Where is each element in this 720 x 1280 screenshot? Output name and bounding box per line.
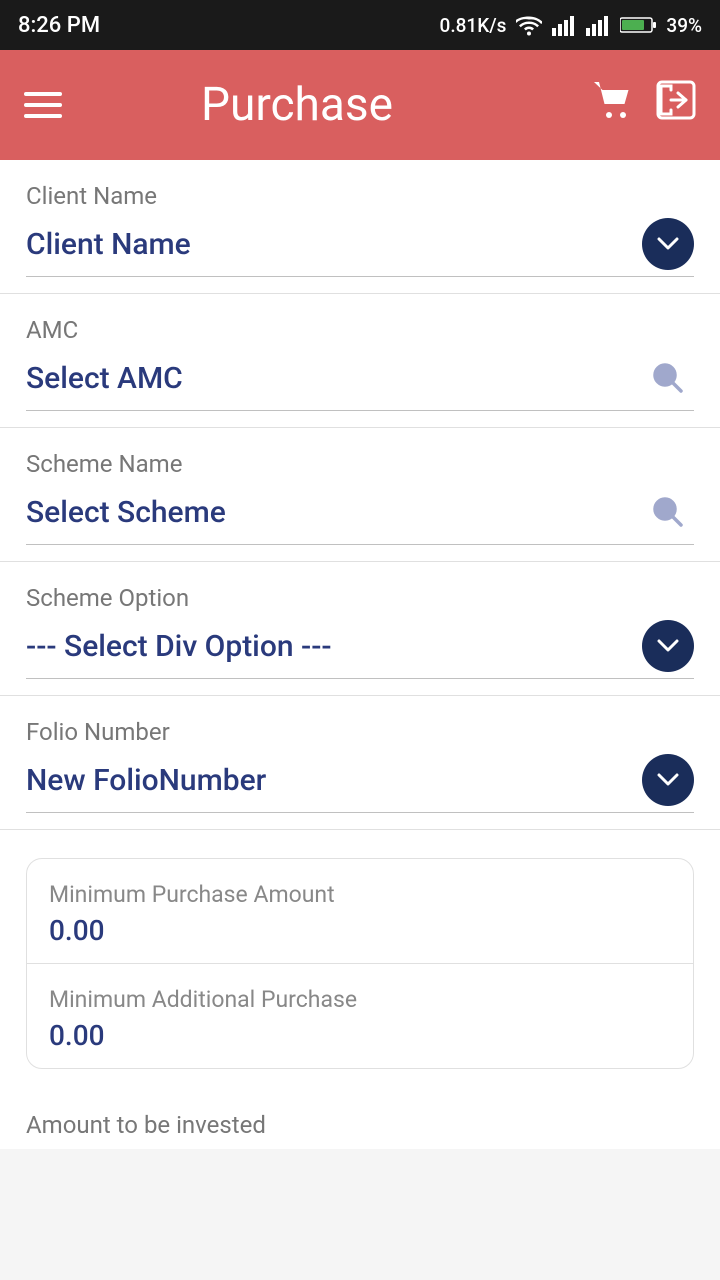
wifi-icon	[516, 14, 542, 36]
client-name-value: Client Name	[26, 227, 191, 262]
amc-label: AMC	[26, 316, 694, 344]
status-time: 8:26 PM	[18, 13, 100, 38]
form-content: Client Name Client Name AMC Select AMC S…	[0, 160, 720, 1149]
status-indicators: 0.81K/s 39%	[440, 14, 702, 37]
min-additional-value: 0.00	[49, 1019, 671, 1052]
amc-value: Select AMC	[26, 361, 183, 396]
client-name-section: Client Name Client Name	[0, 160, 720, 294]
min-purchase-row: Minimum Purchase Amount 0.00	[27, 859, 693, 963]
min-purchase-value: 0.00	[49, 914, 671, 947]
folio-number-label: Folio Number	[26, 718, 694, 746]
amc-field[interactable]: Select AMC	[26, 352, 694, 411]
scheme-name-field[interactable]: Select Scheme	[26, 486, 694, 545]
scheme-search-button[interactable]	[642, 486, 694, 538]
amc-section: AMC Select AMC	[0, 294, 720, 428]
min-additional-label: Minimum Additional Purchase	[49, 986, 671, 1013]
page-title: Purchase	[2, 78, 592, 132]
logout-button[interactable]	[656, 80, 696, 130]
client-name-label: Client Name	[26, 182, 694, 210]
folio-number-dropdown[interactable]	[642, 754, 694, 806]
network-speed: 0.81K/s	[440, 14, 507, 37]
signal-icon-2	[586, 14, 610, 36]
folio-number-section: Folio Number New FolioNumber	[0, 696, 720, 830]
scheme-name-section: Scheme Name Select Scheme	[0, 428, 720, 562]
min-additional-row: Minimum Additional Purchase 0.00	[27, 963, 693, 1068]
scheme-option-field[interactable]: --- Select Div Option ---	[26, 620, 694, 679]
client-name-dropdown[interactable]	[642, 218, 694, 270]
scheme-option-dropdown[interactable]	[642, 620, 694, 672]
scheme-option-section: Scheme Option --- Select Div Option ---	[0, 562, 720, 696]
info-card: Minimum Purchase Amount 0.00 Minimum Add…	[26, 858, 694, 1069]
topbar-actions	[592, 80, 696, 130]
cart-button[interactable]	[592, 80, 636, 130]
status-bar: 8:26 PM 0.81K/s 39%	[0, 0, 720, 50]
topbar: Purchase	[0, 50, 720, 160]
amount-label: Amount to be invested	[26, 1111, 694, 1139]
folio-number-field[interactable]: New FolioNumber	[26, 754, 694, 813]
signal-icon-1	[552, 14, 576, 36]
scheme-name-value: Select Scheme	[26, 495, 226, 530]
min-purchase-label: Minimum Purchase Amount	[49, 881, 671, 908]
client-name-field[interactable]: Client Name	[26, 218, 694, 277]
amc-search-button[interactable]	[642, 352, 694, 404]
scheme-option-value: --- Select Div Option ---	[26, 629, 332, 664]
scheme-name-label: Scheme Name	[26, 450, 694, 478]
battery-percent: 39%	[666, 14, 702, 37]
battery-icon	[620, 16, 656, 34]
amount-section: Amount to be invested	[0, 1089, 720, 1149]
folio-number-value: New FolioNumber	[26, 763, 266, 798]
scheme-option-label: Scheme Option	[26, 584, 694, 612]
